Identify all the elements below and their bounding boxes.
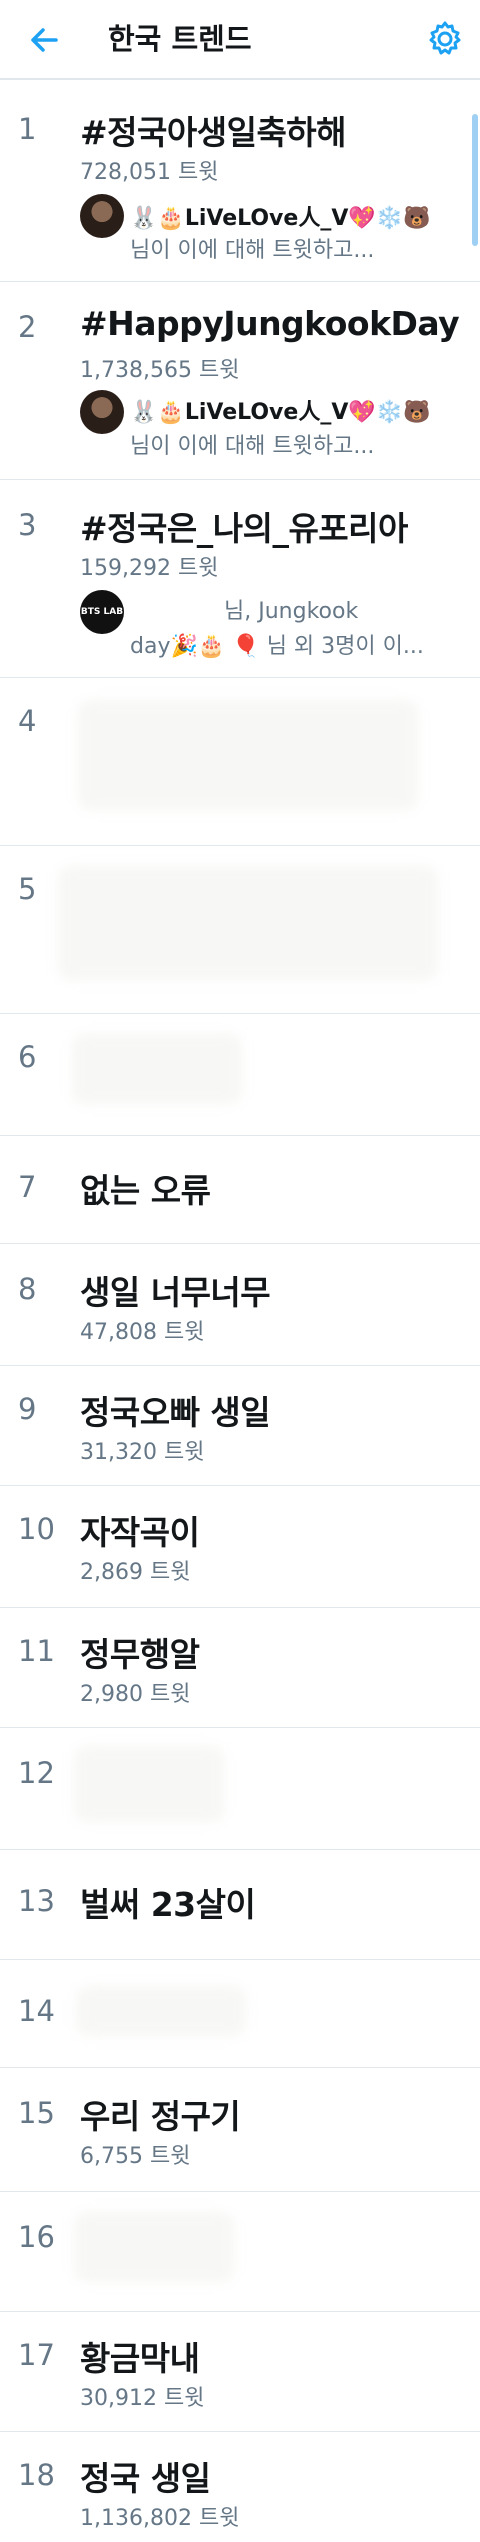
trend-row-12[interactable]: 12 bbox=[0, 1728, 480, 1850]
context-user[interactable]: 🐰🎂LiVeLOve人_V💖❄️🐻 bbox=[130, 394, 431, 426]
cake-emoji-icon: 🎂 bbox=[157, 400, 185, 425]
trend-row-10[interactable]: 10 자작곡이 2,869 트윗 bbox=[0, 1486, 480, 1608]
trend-topic[interactable]: 정국 생일 bbox=[80, 2452, 211, 2500]
avatar[interactable] bbox=[80, 194, 124, 238]
trend-rank: 4 bbox=[18, 704, 37, 738]
redacted-block bbox=[72, 1034, 242, 1104]
trend-row-15[interactable]: 15 우리 정구기 6,755 트윗 bbox=[0, 2068, 480, 2192]
gear-icon bbox=[429, 21, 461, 55]
trend-row-5[interactable]: 5 bbox=[0, 846, 480, 1014]
trend-rank: 17 bbox=[18, 2338, 55, 2372]
cake-emoji-icon: 🎂 bbox=[197, 634, 226, 659]
cake-emoji-icon: 🎂 bbox=[157, 206, 185, 231]
trend-topic[interactable]: 없는 오류 bbox=[80, 1164, 211, 1212]
trend-rank: 14 bbox=[18, 1994, 55, 2028]
trend-row-9[interactable]: 9 정국오빠 생일 31,320 트윗 bbox=[0, 1366, 480, 1486]
bear-emoji-icon: 🐻 bbox=[403, 206, 431, 231]
trend-topic[interactable]: #정국은_나의_유포리아 bbox=[80, 502, 408, 550]
bear-emoji-icon: 🐻 bbox=[403, 400, 431, 425]
tweet-count: 6,755 트윗 bbox=[80, 2144, 191, 2169]
trend-rank: 11 bbox=[18, 1634, 55, 1668]
trend-topic[interactable]: 정국오빠 생일 bbox=[80, 1386, 271, 1434]
context-text: 님이 이에 대해 트윗하고... bbox=[130, 434, 375, 459]
trend-rank: 1 bbox=[18, 112, 37, 146]
context-text-2: day🎉🎂 🎈 님 외 3명이 이... bbox=[130, 634, 424, 659]
arrow-left-icon bbox=[31, 28, 58, 52]
heart-emoji-icon: 💖 bbox=[348, 206, 376, 231]
trend-row-14[interactable]: 14 bbox=[0, 1960, 480, 2068]
trend-rank: 15 bbox=[18, 2096, 55, 2130]
redacted-block bbox=[74, 1746, 224, 1822]
trend-row-6[interactable]: 6 bbox=[0, 1014, 480, 1136]
back-button[interactable] bbox=[24, 20, 64, 60]
trend-row-4[interactable]: 4 bbox=[0, 678, 480, 846]
trend-rank: 2 bbox=[18, 310, 37, 344]
trend-rank: 8 bbox=[18, 1272, 37, 1306]
trend-row-17[interactable]: 17 황금막내 30,912 트윗 bbox=[0, 2312, 480, 2432]
page-title: 한국 트렌드 bbox=[108, 22, 252, 56]
trend-rank: 9 bbox=[18, 1392, 37, 1426]
tweet-count: 728,051 트윗 bbox=[80, 160, 219, 185]
trend-rank: 3 bbox=[18, 508, 37, 542]
trend-topic[interactable]: 정무행알 bbox=[80, 1628, 200, 1676]
context-text: 님, Jungkook bbox=[224, 599, 359, 624]
tweet-count: 30,912 트윗 bbox=[80, 2386, 205, 2411]
trend-topic[interactable]: 황금막내 bbox=[80, 2332, 200, 2380]
tweet-count: 2,980 트윗 bbox=[80, 1682, 191, 1707]
tweet-count: 2,869 트윗 bbox=[80, 1560, 191, 1585]
trend-rank: 16 bbox=[18, 2220, 55, 2254]
trend-rank: 18 bbox=[18, 2458, 55, 2492]
trend-topic[interactable]: #정국아생일축하해 bbox=[80, 106, 347, 154]
trend-topic[interactable]: 벌써 23살이 bbox=[80, 1878, 256, 1926]
trend-rank: 12 bbox=[18, 1756, 55, 1790]
party-emoji-icon: 🎉 bbox=[170, 634, 198, 659]
settings-button[interactable] bbox=[424, 18, 466, 60]
trend-row-8[interactable]: 8 생일 너무너무 47,808 트윗 bbox=[0, 1244, 480, 1366]
redacted-block bbox=[58, 866, 438, 980]
trend-topic[interactable]: 자작곡이 bbox=[80, 1506, 200, 1554]
trend-rank: 7 bbox=[18, 1170, 37, 1204]
avatar[interactable] bbox=[80, 390, 124, 434]
tweet-count: 159,292 트윗 bbox=[80, 556, 219, 581]
trend-rank: 13 bbox=[18, 1884, 55, 1918]
trend-row-2[interactable]: 2 #HappyJungkookDay 1,738,565 트윗 🐰🎂LiVeL… bbox=[0, 282, 480, 480]
tweet-count: 1,136,802 트윗 bbox=[80, 2506, 240, 2531]
rabbit-emoji-icon: 🐰 bbox=[130, 400, 158, 425]
trend-topic[interactable]: #HappyJungkookDay bbox=[80, 304, 460, 343]
trend-row-13[interactable]: 13 벌써 23살이 bbox=[0, 1850, 480, 1960]
balloon-emoji-icon: 🎈 bbox=[232, 634, 260, 659]
tweet-count: 47,808 트윗 bbox=[80, 1320, 205, 1345]
rabbit-emoji-icon: 🐰 bbox=[130, 206, 158, 231]
redacted-block bbox=[74, 2212, 234, 2282]
trend-row-16[interactable]: 16 bbox=[0, 2192, 480, 2312]
trend-topic[interactable]: 우리 정구기 bbox=[80, 2090, 241, 2138]
heart-emoji-icon: 💖 bbox=[348, 400, 376, 425]
redacted-block bbox=[76, 1986, 246, 2036]
app-header: 한국 트렌드 bbox=[0, 0, 480, 80]
avatar[interactable]: BTS LAB bbox=[80, 590, 124, 634]
context-text: 님이 이에 대해 트윗하고... bbox=[130, 238, 375, 263]
trend-row-1[interactable]: 1 #정국아생일축하해 728,051 트윗 🐰🎂LiVeLOve人_V💖❄️🐻… bbox=[0, 82, 480, 282]
trend-row-7[interactable]: 7 없는 오류 bbox=[0, 1136, 480, 1244]
redacted-block bbox=[78, 700, 418, 810]
trend-rank: 10 bbox=[18, 1512, 55, 1546]
trend-row-18[interactable]: 18 정국 생일 1,136,802 트윗 bbox=[0, 2432, 480, 2542]
trend-row-11[interactable]: 11 정무행알 2,980 트윗 bbox=[0, 1608, 480, 1728]
context-user[interactable]: 🐰🎂LiVeLOve人_V💖❄️🐻 bbox=[130, 200, 431, 232]
trend-rank: 5 bbox=[18, 872, 37, 906]
trend-rank: 6 bbox=[18, 1040, 37, 1074]
snowflake-emoji-icon: ❄️ bbox=[375, 206, 404, 231]
trend-row-3[interactable]: 3 #정국은_나의_유포리아 159,292 트윗 BTS LAB 님, Jun… bbox=[0, 480, 480, 678]
tweet-count: 1,738,565 트윗 bbox=[80, 358, 240, 383]
trend-topic[interactable]: 생일 너무너무 bbox=[80, 1266, 271, 1314]
snowflake-emoji-icon: ❄️ bbox=[375, 400, 404, 425]
tweet-count: 31,320 트윗 bbox=[80, 1440, 205, 1465]
